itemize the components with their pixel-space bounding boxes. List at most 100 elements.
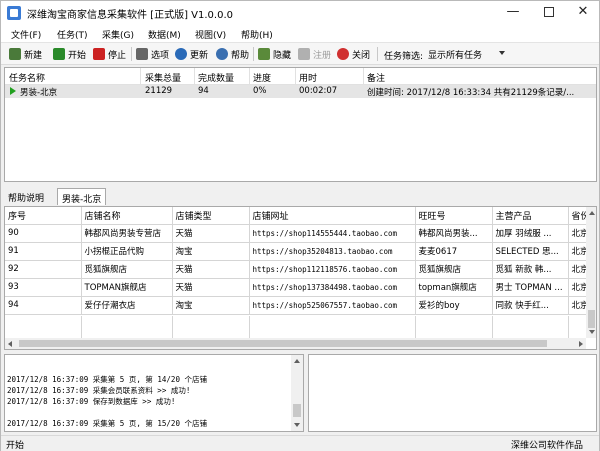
column-gridline	[81, 316, 82, 338]
column-gridline	[415, 316, 416, 338]
scroll-thumb[interactable]	[293, 404, 301, 417]
column-header-progress[interactable]: 进度	[253, 71, 271, 84]
column-header-shop-url[interactable]: 店铺网址	[249, 207, 416, 225]
toolbar-divider	[131, 47, 132, 61]
cell-main-products: SELECTED 思...	[492, 242, 569, 261]
close-app-button[interactable]: 关闭	[337, 46, 370, 62]
column-divider[interactable]	[140, 68, 141, 85]
menu-data[interactable]: 数据(M)	[148, 28, 181, 41]
cell-index: 91	[5, 242, 82, 261]
shop-table-vertical-scrollbar[interactable]	[586, 207, 596, 338]
task-total: 21129	[145, 86, 173, 96]
column-header-shop-name[interactable]: 店铺名称	[81, 207, 173, 225]
cell-shop-url[interactable]: https://shop114555444.taobao.com	[249, 224, 416, 243]
scroll-down-icon[interactable]	[294, 423, 300, 427]
scroll-left-icon[interactable]	[8, 341, 12, 347]
column-header-elapsed[interactable]: 用时	[299, 71, 317, 84]
shop-table[interactable]: 序号 店铺名称 店铺类型 店铺网址 旺旺号 主营产品 省份 90 韩都风尚男装专…	[4, 206, 597, 350]
column-gridline	[249, 316, 250, 338]
column-header-index[interactable]: 序号	[5, 207, 82, 225]
cell-shop-url[interactable]: https://shop525067557.taobao.com	[249, 296, 416, 315]
close-window-button[interactable]: ✕	[563, 1, 600, 25]
cell-shop-url[interactable]: https://shop35204813.taobao.com	[249, 242, 416, 261]
scroll-right-icon[interactable]	[579, 341, 583, 347]
table-row[interactable]: 92 觅狐旗舰店 天猫 https://shop112118576.taobao…	[5, 260, 591, 279]
help-button[interactable]: 帮助	[216, 46, 249, 62]
menu-view[interactable]: 视图(V)	[195, 28, 226, 41]
tab-help[interactable]: 帮助说明	[4, 188, 48, 205]
detail-pane[interactable]	[308, 354, 597, 432]
stop-button[interactable]: 停止	[93, 46, 126, 62]
column-header-wangwang[interactable]: 旺旺号	[415, 207, 493, 225]
status-bar: 开始 深维公司软件作品	[1, 435, 599, 451]
log-output[interactable]: 2017/12/8 16:37:09 采集第 5 页, 第 14/20 个店铺 …	[4, 354, 304, 432]
update-icon	[175, 48, 187, 60]
task-name: 男装-北京	[20, 88, 58, 98]
log-vertical-scrollbar[interactable]	[291, 355, 303, 431]
cell-wangwang: 觅狐旗舰店	[415, 260, 493, 279]
shop-table-horizontal-scrollbar[interactable]	[5, 338, 586, 349]
cell-shop-url[interactable]: https://shop137384498.taobao.com	[249, 278, 416, 297]
task-filter-value: 显示所有任务	[428, 51, 483, 61]
column-gridline	[568, 316, 569, 338]
column-header-done[interactable]: 完成数量	[198, 71, 234, 84]
cell-index: 94	[5, 296, 82, 315]
task-list[interactable]: 任务名称 采集总量 完成数量 进度 用时 备注 男装-北京 21129 94 0…	[4, 67, 597, 182]
cell-shop-type: 天猫	[172, 260, 250, 279]
maximize-icon	[544, 7, 554, 17]
cell-main-products: 觅狐 新款 韩...	[492, 260, 569, 279]
column-divider[interactable]	[249, 68, 250, 85]
column-header-shop-type[interactable]: 店铺类型	[172, 207, 250, 225]
table-row[interactable]: 91 小拐棍正品代购 淘宝 https://shop35204813.taoba…	[5, 242, 591, 261]
new-button[interactable]: 新建	[9, 46, 42, 62]
log-line: 2017/12/8 16:37:09 采集第 5 页, 第 14/20 个店铺	[7, 375, 207, 384]
column-header-task-name[interactable]: 任务名称	[9, 71, 45, 84]
column-divider[interactable]	[363, 68, 364, 85]
hide-button-label: 隐藏	[273, 50, 292, 61]
app-logo-icon	[7, 6, 21, 20]
scroll-up-icon[interactable]	[589, 211, 595, 215]
scroll-up-icon[interactable]	[294, 359, 300, 363]
menu-help[interactable]: 帮助(H)	[241, 28, 273, 41]
hide-button[interactable]: 隐藏	[258, 46, 291, 62]
cell-main-products: 同款 快手红...	[492, 296, 569, 315]
log-line: 2017/12/8 16:37:09 保存到数据库 >> 成功!	[7, 397, 176, 406]
close-app-icon	[337, 48, 349, 60]
menu-collect[interactable]: 采集(G)	[102, 28, 134, 41]
cell-shop-type: 淘宝	[172, 296, 250, 315]
minimize-button[interactable]: —	[493, 1, 533, 25]
new-icon	[9, 48, 21, 60]
scroll-down-icon[interactable]	[589, 330, 595, 334]
table-row[interactable]: 90 韩都风尚男装专营店 天猫 https://shop114555444.ta…	[5, 224, 591, 243]
task-filter-select[interactable]: 显示所有任务	[425, 46, 508, 62]
column-header-note[interactable]: 备注	[367, 71, 385, 84]
cell-shop-name: 觅狐旗舰店	[81, 260, 173, 279]
cell-shop-url[interactable]: https://shop112118576.taobao.com	[249, 260, 416, 279]
column-gridline	[172, 316, 173, 338]
scroll-thumb[interactable]	[19, 340, 547, 347]
menu-file[interactable]: 文件(F)	[11, 28, 41, 41]
table-row[interactable]: 94 爱仔仔潮衣店 淘宝 https://shop525067557.taoba…	[5, 296, 591, 315]
cell-shop-name: 韩都风尚男装专营店	[81, 224, 173, 243]
options-button[interactable]: 选项	[136, 46, 169, 62]
start-button[interactable]: 开始	[53, 46, 86, 62]
column-header-total[interactable]: 采集总量	[145, 71, 181, 84]
cell-wangwang: topman旗舰店	[415, 278, 493, 297]
new-button-label: 新建	[24, 50, 43, 61]
column-header-main-products[interactable]: 主营产品	[492, 207, 569, 225]
scroll-thumb[interactable]	[588, 310, 595, 328]
task-done: 94	[198, 86, 209, 96]
menu-task[interactable]: 任务(T)	[57, 28, 88, 41]
title-bar[interactable]: 深维淘宝商家信息采集软件 [正式版] V1.0.0.0 — ✕	[1, 1, 599, 25]
table-row[interactable]: 93 TOPMAN旗舰店 天猫 https://shop137384498.ta…	[5, 278, 591, 297]
update-button[interactable]: 更新	[175, 46, 208, 62]
tab-task-mens-beijing[interactable]: 男装-北京	[57, 188, 107, 205]
shop-table-header: 序号 店铺名称 店铺类型 店铺网址 旺旺号 主营产品 省份	[5, 207, 591, 225]
task-row[interactable]: 男装-北京 21129 94 0% 00:02:07 创建时间: 2017/12…	[5, 85, 596, 98]
column-divider[interactable]	[194, 68, 195, 85]
column-divider[interactable]	[295, 68, 296, 85]
register-button[interactable]: 注册	[298, 46, 331, 62]
toolbar-divider	[253, 47, 254, 61]
toolbar-divider	[377, 47, 378, 61]
cell-shop-name: 小拐棍正品代购	[81, 242, 173, 261]
